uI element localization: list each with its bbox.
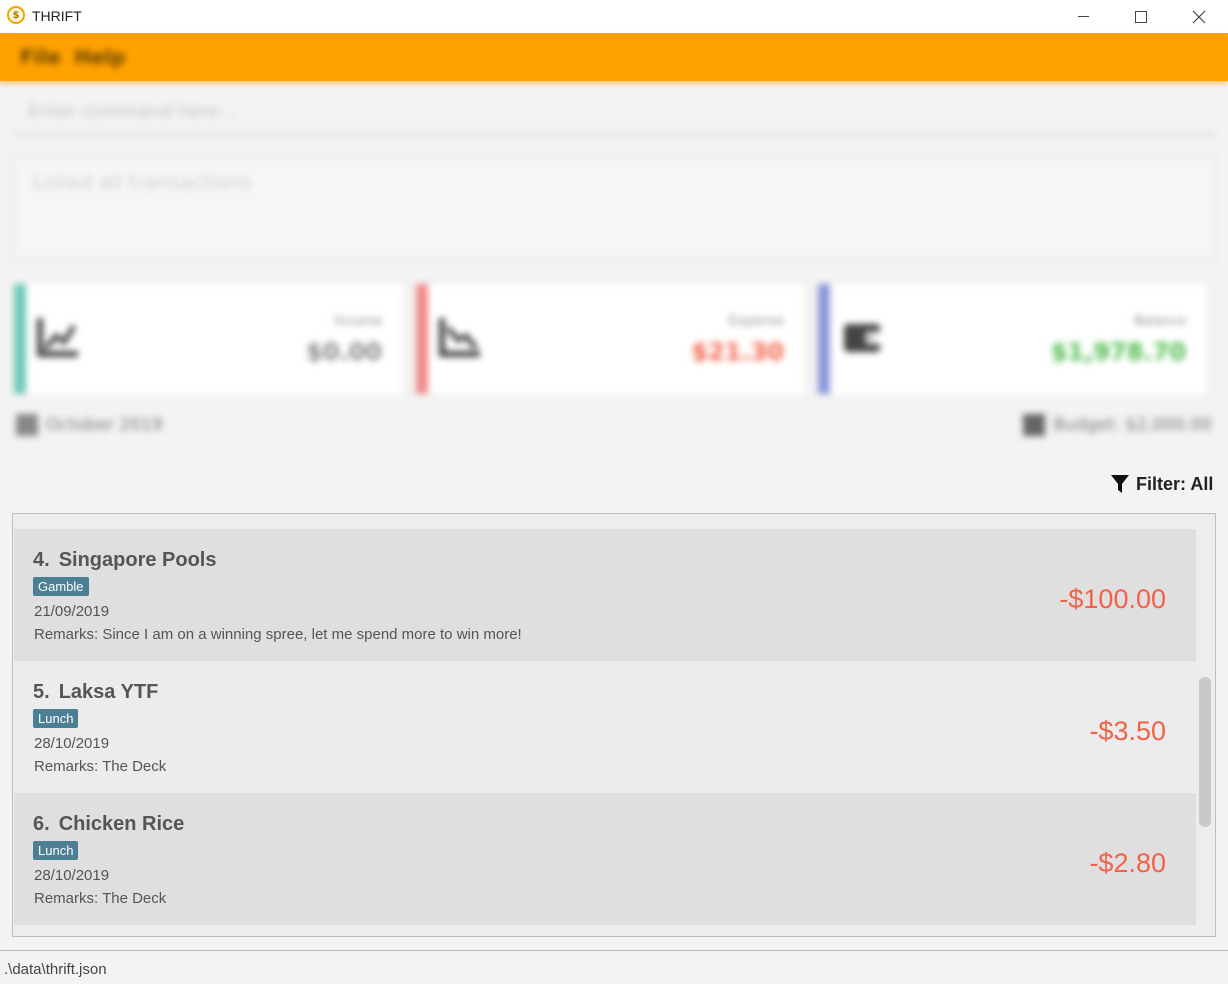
window-title: THRIFT [32,8,82,24]
income-accent-bar [14,284,26,394]
transaction-remarks: Remarks: The Deck [34,758,167,775]
storage-path: .\data\thrift.json [4,961,107,978]
period-text: October 2019 [46,415,163,435]
income-value: $0.00 [306,338,382,366]
budget-indicator: Budget: $2,000.00 [1023,414,1212,436]
minimize-icon [1077,16,1089,17]
menu-bar: File Help [0,33,1228,81]
balance-accent-bar [818,284,830,394]
expense-accent-bar [416,284,428,394]
transaction-row[interactable]: 5. Laksa YTF Lunch 28/10/2019 Remarks: Th… [14,661,1196,793]
transaction-index: 6. [33,813,50,835]
maximize-icon [1135,10,1147,23]
transaction-amount: -$3.50 [1089,716,1166,746]
period-indicator: October 2019 [16,414,163,436]
expense-chart-icon [438,314,482,358]
menu-file[interactable]: File [20,45,61,69]
transaction-tag: Gamble [33,577,89,596]
minimize-button[interactable] [1054,0,1112,33]
transaction-index: 4. [33,549,50,571]
expense-value: $21.30 [691,338,784,366]
result-display: Listed all transactions [12,156,1216,260]
close-button[interactable] [1170,0,1228,33]
transaction-amount: -$2.80 [1089,848,1166,878]
calendar-icon [16,414,38,436]
title-bar: $ THRIFT [0,0,1228,33]
app-window: $ THRIFT File Help Enter command here...… [0,0,1228,984]
transaction-amount: -$100.00 [1059,584,1166,614]
list-scrollbar[interactable] [1199,677,1211,827]
balance-value: $1,978.70 [1050,338,1186,366]
filter-label: Filter: All [1136,473,1214,494]
transaction-tag: Lunch [33,841,79,860]
transaction-remarks: Remarks: The Deck [34,890,167,907]
transaction-name: Singapore Pools [58,549,217,571]
piggy-bank-icon [1023,414,1046,436]
income-chart-icon [36,314,80,358]
command-placeholder: Enter command here... [28,101,236,122]
transaction-tag: Lunch [33,709,79,728]
transaction-title: 4. Singapore Pools [33,549,217,572]
thrift-logo-icon: $ [7,6,25,24]
maximize-button[interactable] [1112,0,1170,33]
command-input[interactable]: Enter command here... [14,92,1214,135]
income-card: Income $0.00 [14,284,402,394]
budget-text: Budget: $2,000.00 [1053,415,1212,435]
menu-help[interactable]: Help [74,45,125,69]
transaction-name: Laksa YTF [58,681,159,703]
balance-label: Balance [1134,314,1186,329]
transaction-row[interactable]: 6. Chicken Rice Lunch 28/10/2019 Remarks:… [14,793,1196,925]
transaction-remarks: Remarks: Since I am on a winning spree, … [34,626,522,643]
filter-indicator: Filter: All [1110,472,1213,496]
wallet-icon [840,314,884,358]
filter-icon [1111,475,1129,493]
close-icon [1192,10,1206,23]
result-text: Listed all transactions [32,170,252,194]
transaction-title: 5. Laksa YTF [33,681,158,704]
transaction-index: 5. [33,681,50,703]
balance-card: Balance $1,978.70 [818,284,1206,394]
transaction-title: 6. Chicken Rice [33,813,184,836]
transaction-date: 28/10/2019 [34,735,110,752]
income-label: Income [334,314,382,329]
expense-label: Expense [728,314,784,329]
transaction-row[interactable]: 4. Singapore Pools Gamble 21/09/2019 Rema… [14,529,1196,661]
expense-card: Expense $21.30 [416,284,804,394]
transaction-name: Chicken Rice [58,813,185,835]
transaction-date: 28/10/2019 [34,867,110,884]
transaction-date: 21/09/2019 [34,603,110,620]
status-bar: .\data\thrift.json [0,950,1228,984]
transaction-list[interactable]: 4. Singapore Pools Gamble 21/09/2019 Rema… [12,513,1216,937]
